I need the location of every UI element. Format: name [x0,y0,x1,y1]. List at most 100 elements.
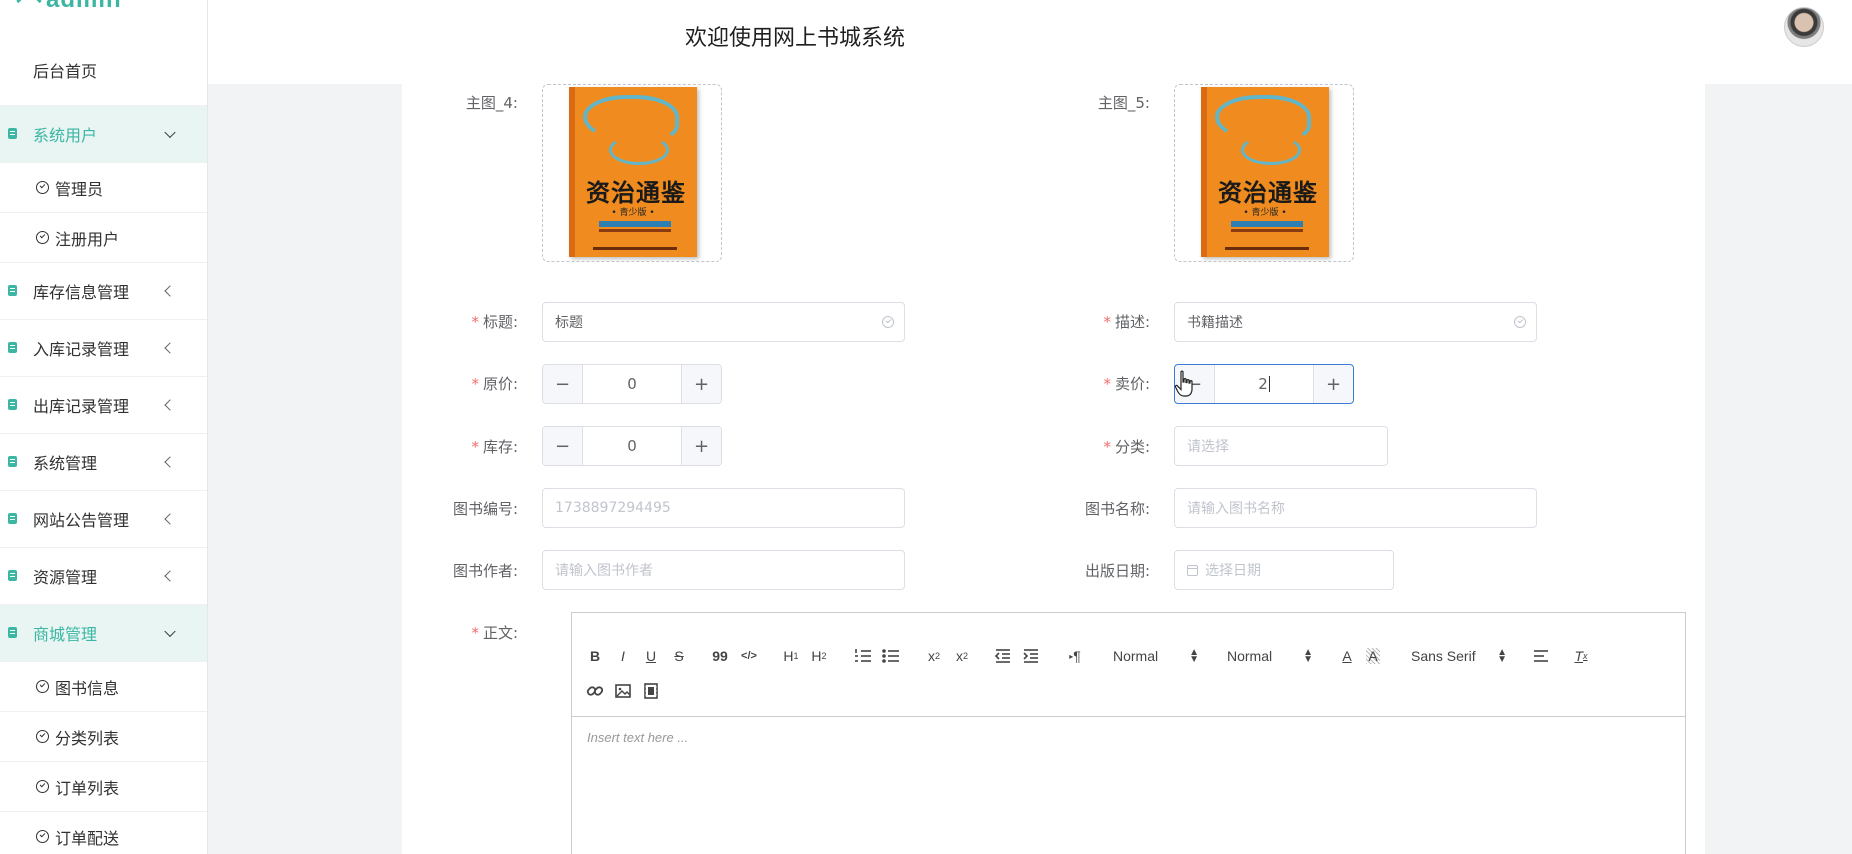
description-input[interactable]: 书籍描述 [1174,302,1537,342]
title-input[interactable]: 标题 [542,302,905,342]
main-image-4-upload[interactable]: 资治通鉴 • 青少版 • [542,84,722,262]
check-circle-icon [36,680,49,693]
category-label: * 分类: [1030,436,1150,457]
brand-name: admin [46,0,122,13]
subscript-button[interactable]: x2 [924,645,944,667]
stepper-value[interactable]: 0 [583,427,681,465]
label-text: 分类: [1114,438,1150,456]
top-header: 欢迎使用网上书城系统 [208,0,1852,84]
category-select[interactable]: 请选择 [1174,426,1388,466]
link-icon[interactable] [586,680,604,702]
sidebar-item-stock-in[interactable]: 入库记录管理 [0,320,207,377]
sidebar-subitem-label: 注册用户 [55,229,120,249]
font-picker[interactable]: Sans Serif ▲ ▼ [1411,645,1507,667]
blockquote-button[interactable]: 99 [710,645,730,667]
cover-band [599,229,671,232]
label-text: 正文: [482,624,518,642]
video-icon[interactable] [642,680,660,702]
clean-format-button[interactable]: Tx [1572,645,1590,667]
original-price-stepper[interactable]: − 0 + [542,364,722,404]
avatar[interactable] [1784,7,1824,47]
book-author-label: 图书作者: [452,562,518,580]
chevron-down-icon [164,625,176,638]
required-mark: * [1103,438,1111,456]
sidebar-item-system-management[interactable]: 系统管理 [0,434,207,491]
document-icon [8,570,17,581]
h1-button[interactable]: H1 [780,645,802,667]
title-label: * 标题: [398,311,518,332]
sidebar-item-announcements[interactable]: 网站公告管理 [0,491,207,548]
book-cover-image: 资治通鉴 • 青少版 • [1201,87,1329,257]
editor-placeholder[interactable]: Insert text here ... [587,730,688,745]
chevron-down-icon [164,126,176,139]
sidebar-item-resources[interactable]: 资源管理 [0,548,207,605]
sidebar-subitem-book-info[interactable]: 图书信息 [0,662,207,712]
sidebar-item-stock-out[interactable]: 出库记录管理 [0,377,207,434]
check-circle-icon [882,316,894,328]
italic-button[interactable]: I [614,645,632,667]
check-circle-icon [36,830,49,843]
button-subscript: 2 [821,651,827,661]
sidebar-item-inventory[interactable]: 库存信息管理 [0,263,207,320]
code-block-button[interactable]: </> [738,645,760,667]
sidebar-subitem-label: 订单配送 [55,828,120,848]
sidebar-subitem-registered-users[interactable]: 注册用户 [0,213,207,263]
stepper-value[interactable]: 2 [1215,365,1313,403]
check-circle-icon [36,730,49,743]
check-circle-icon [36,181,49,194]
increment-button[interactable]: + [681,427,721,465]
stock-stepper[interactable]: − 0 + [542,426,722,466]
picker-label: Normal [1113,648,1159,664]
publish-date-picker[interactable]: 选择日期 [1174,550,1394,590]
main-image-5-upload[interactable]: 资治通鉴 • 青少版 • [1174,84,1354,262]
increment-button[interactable]: + [1313,365,1353,403]
label-text: 库存: [482,438,518,456]
input-placeholder: 请输入图书名称 [1187,501,1285,517]
book-name-input[interactable]: 请输入图书名称 [1174,488,1537,528]
outdent-icon[interactable] [994,645,1012,667]
cover-edition: • 青少版 • [1243,208,1287,218]
document-icon [8,399,17,410]
header-picker[interactable]: Normal ▲ ▼ [1227,645,1313,667]
text-color-button[interactable]: A [1339,645,1355,667]
clean-x-icon: x [1583,651,1588,661]
strike-button[interactable]: S [670,645,688,667]
sidebar-item-home[interactable]: 后台首页 [0,34,207,106]
cover-band [1231,221,1303,227]
document-icon [8,456,17,467]
button-text: H [811,648,822,664]
align-icon[interactable] [1532,645,1550,667]
decrement-button[interactable]: − [543,365,583,403]
sidebar-subitem-orders[interactable]: 订单列表 [0,762,207,812]
updown-icon: ▲ ▼ [1303,647,1313,665]
superscript-button[interactable]: x2 [952,645,972,667]
book-no-input[interactable]: 1738897294495 [542,488,905,528]
image-icon[interactable] [614,680,632,702]
book-author-input[interactable]: 请输入图书作者 [542,550,905,590]
underline-button[interactable]: U [642,645,660,667]
sidebar-item-mall[interactable]: 商城管理 [0,605,207,662]
sale-price-stepper[interactable]: − 2 + [1174,364,1354,404]
stepper-value[interactable]: 0 [583,365,681,403]
bold-button[interactable]: B [586,645,604,667]
background-color-button[interactable]: A [1365,645,1381,667]
h2-button[interactable]: H2 [808,645,830,667]
main-image-5-label: 主图_5: [1097,94,1150,112]
sidebar-subitem-delivery[interactable]: 订单配送 [0,812,207,854]
picker-label: Normal [1227,648,1273,664]
bullet-list-icon[interactable] [882,645,900,667]
required-mark: * [471,438,479,456]
sidebar-item-system-users[interactable]: 系统用户 [0,106,207,163]
sidebar-item-label: 系统管理 [33,454,98,473]
increment-button[interactable]: + [681,365,721,403]
rich-text-editor[interactable]: B I U S 99 </> H1 H2 x2 x2 ▸ ¶ Normal ▲ ▼ N… [571,612,1686,854]
text-direction-button[interactable]: ▸ ¶ [1066,645,1084,667]
required-mark: * [471,375,479,393]
decrement-button[interactable]: − [543,427,583,465]
indent-icon[interactable] [1022,645,1040,667]
ordered-list-icon[interactable] [854,645,872,667]
select-placeholder: 请选择 [1187,439,1229,455]
sidebar-subitem-admins[interactable]: 管理员 [0,163,207,213]
sidebar-subitem-categories[interactable]: 分类列表 [0,712,207,762]
size-picker[interactable]: Normal ▲ ▼ [1113,645,1199,667]
